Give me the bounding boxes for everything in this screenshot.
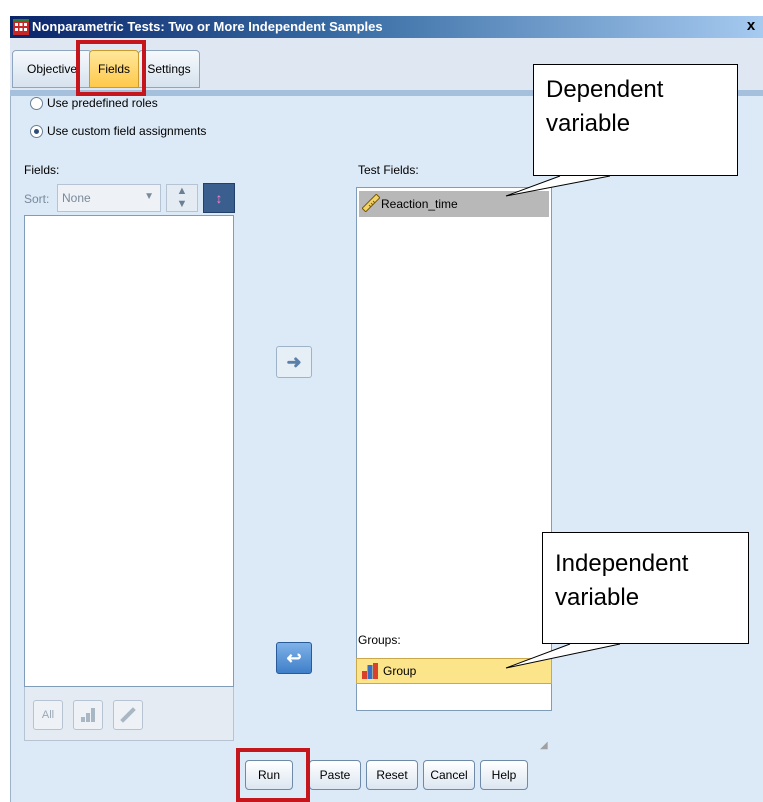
callout-line: Dependent: [546, 76, 664, 103]
run-button-highlight-box: [236, 748, 310, 802]
tab-settings[interactable]: Settings: [138, 50, 200, 88]
scale-filter-button[interactable]: [113, 700, 143, 730]
fields-tab-highlight-box: [76, 40, 146, 96]
sort-alphabetical-icon[interactable]: ↕: [203, 183, 235, 213]
groups-value: Group: [383, 664, 417, 678]
callout-dependent-variable: Dependent variable: [533, 64, 738, 176]
resize-grip-icon[interactable]: ◢: [540, 740, 550, 751]
fields-label: Fields:: [24, 163, 60, 177]
spss-grid-icon: [13, 19, 29, 35]
nominal-bars-icon: [362, 663, 378, 679]
callout-line: Independent: [555, 550, 689, 577]
callout-independent-variable: Independent variable: [542, 532, 749, 644]
paste-button[interactable]: Paste: [309, 760, 361, 790]
ruler-icon: [120, 707, 136, 723]
test-fields-label: Test Fields:: [358, 163, 419, 177]
reset-button[interactable]: Reset: [366, 760, 418, 790]
chevron-down-icon: ▼: [144, 191, 154, 202]
help-button[interactable]: Help: [480, 760, 528, 790]
list-item-label: Reaction_time: [381, 197, 458, 211]
sort-label: Sort:: [24, 192, 50, 206]
groups-label: Groups:: [358, 633, 401, 647]
title-bar: Nonparametric Tests: Two or More Indepen…: [10, 16, 763, 38]
window-title: Nonparametric Tests: Two or More Indepen…: [32, 19, 383, 34]
sort-direction-icon[interactable]: ▲ ▼: [166, 184, 198, 212]
move-right-arrow-button[interactable]: ➜: [276, 346, 312, 378]
radio-dot-selected[interactable]: [30, 125, 43, 138]
radio-label: Use predefined roles: [47, 96, 158, 110]
callout-line: variable: [546, 110, 631, 137]
callout-line: variable: [555, 584, 640, 611]
radio-use-predefined-roles[interactable]: Use predefined roles: [30, 96, 230, 114]
groups-field[interactable]: Group: [356, 658, 552, 684]
show-all-button[interactable]: All: [33, 700, 63, 730]
close-icon[interactable]: x: [743, 18, 759, 34]
bar-chart-icon: [81, 708, 95, 722]
ordinal-filter-button[interactable]: [73, 700, 103, 730]
list-item[interactable]: Reaction_time: [359, 191, 549, 217]
fields-list[interactable]: [24, 215, 234, 687]
radio-use-custom-field-assignments[interactable]: Use custom field assignments: [30, 124, 230, 142]
sort-value: None: [62, 191, 91, 205]
move-left-arrow-button[interactable]: ↩: [276, 642, 312, 674]
cancel-button[interactable]: Cancel: [423, 760, 475, 790]
ruler-icon: [362, 194, 380, 212]
radio-label: Use custom field assignments: [47, 124, 207, 138]
radio-dot[interactable]: [30, 97, 43, 110]
sort-dropdown[interactable]: None ▼: [57, 184, 161, 212]
